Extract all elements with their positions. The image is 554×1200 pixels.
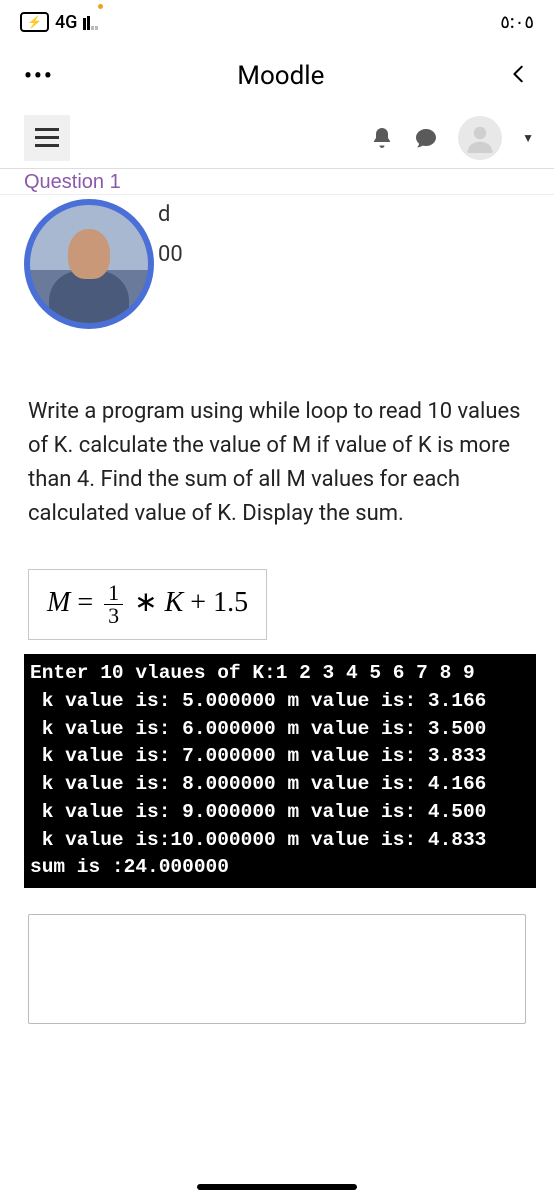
terminal-line-7: k value is:10.000000 m value is: 4.833 [30,829,486,851]
messages-icon[interactable] [414,126,438,150]
menu-button[interactable] [24,115,70,161]
question-text: Write a program using while loop to read… [0,345,554,551]
formula-den: 3 [104,605,123,627]
status-left: ⚡ 4G [20,12,98,33]
app-header: ••• Moodle [0,44,554,108]
terminal-output: Enter 10 vlaues of K:1 2 3 4 5 6 7 8 9 k… [24,654,536,888]
formula-star: ∗ [134,587,157,618]
notifications-icon[interactable] [370,126,394,150]
terminal-line-4: k value is: 7.000000 m value is: 3.833 [30,745,486,767]
signal-icon [83,14,98,30]
home-indicator[interactable] [197,1184,357,1190]
caret-down-icon[interactable]: ▼ [522,131,534,145]
toolbar-right: ▼ [370,116,534,160]
status-bar: ⚡ 4G ٥:٠٥ [0,0,554,44]
answer-input[interactable] [28,914,526,1024]
partial-line-2: 00 [158,235,183,275]
terminal-line-3: k value is: 6.000000 m value is: 3.500 [30,718,486,740]
formula-eq: = [77,587,93,618]
formula-fraction: 1 3 [104,582,123,627]
back-button[interactable] [508,63,530,89]
terminal-line-5: k value is: 8.000000 m value is: 4.166 [30,773,486,795]
more-menu-button[interactable]: ••• [24,64,54,89]
indicator-dot [98,4,103,9]
hamburger-icon [35,128,59,148]
chevron-left-icon [508,63,530,85]
formula-plus: + 1.5 [190,587,248,618]
toolbar: ▼ [0,108,554,168]
page-title: Moodle [237,61,324,91]
battery-icon: ⚡ [20,12,49,32]
partial-text: d 00 [158,195,183,274]
avatar-section: d 00 [24,195,530,345]
formula-num: 1 [104,582,123,605]
formula: M = 1 3 ∗ K + 1.5 [28,569,267,640]
user-menu[interactable] [458,116,502,160]
terminal-line-8: sum is :24.000000 [30,856,229,878]
terminal-line-2: k value is: 5.000000 m value is: 3.166 [30,690,486,712]
user-icon [465,123,495,153]
terminal-line-6: k value is: 9.000000 m value is: 4.500 [30,801,486,823]
formula-k: K [165,587,184,618]
formula-lhs: M [47,587,70,618]
question-label: Question 1 [0,168,554,195]
partial-line-1: d [158,195,183,235]
instructor-avatar[interactable] [24,199,154,329]
network-label: 4G [55,12,78,33]
status-time: ٥:٠٥ [500,12,534,33]
terminal-line-1: Enter 10 vlaues of K:1 2 3 4 5 6 7 8 9 [30,662,486,684]
